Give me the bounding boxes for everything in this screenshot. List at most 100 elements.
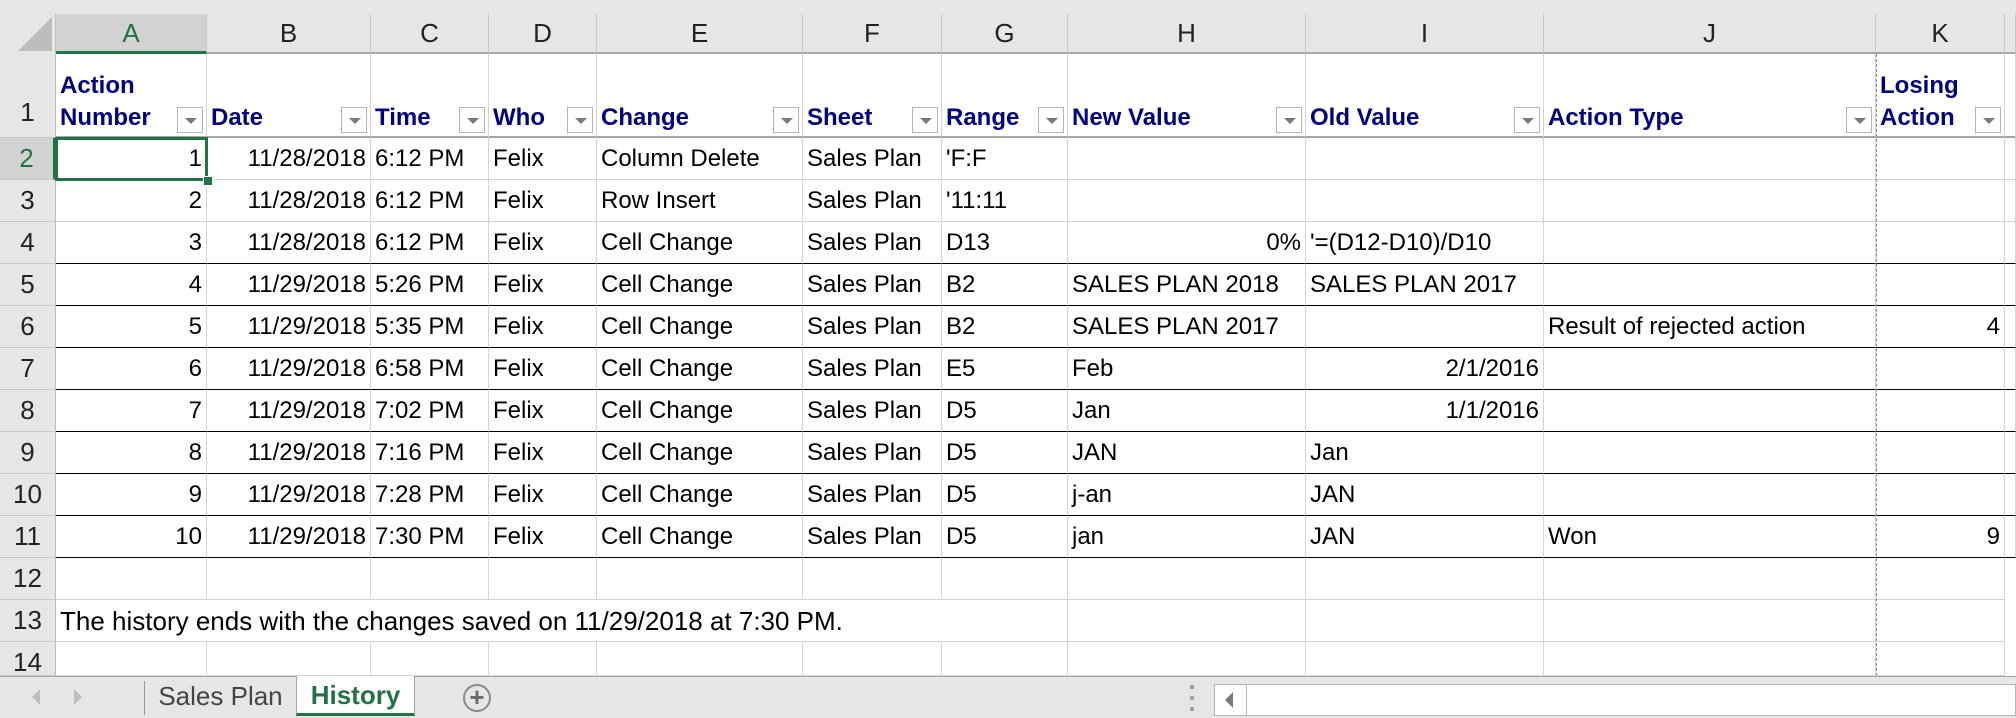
empty-cell[interactable] <box>207 642 371 676</box>
table-cell[interactable]: 6 <box>56 348 207 390</box>
table-cell[interactable] <box>1544 348 1876 390</box>
table-cell[interactable]: B2 <box>942 264 1068 306</box>
table-cell[interactable] <box>1068 138 1306 180</box>
table-cell[interactable]: 9 <box>56 474 207 516</box>
table-cell[interactable]: 11/29/2018 <box>207 390 371 432</box>
column-header-b[interactable]: B <box>207 14 371 54</box>
table-cell[interactable]: 11/28/2018 <box>207 180 371 222</box>
filter-dropdown-icon[interactable] <box>1975 107 2001 133</box>
empty-cell[interactable] <box>1544 600 1876 642</box>
empty-cell[interactable] <box>489 642 597 676</box>
table-cell[interactable]: '11:11 <box>942 180 1068 222</box>
table-cell[interactable]: Felix <box>489 390 597 432</box>
table-cell[interactable]: Cell Change <box>597 348 803 390</box>
table-cell[interactable]: 5:26 PM <box>371 264 489 306</box>
table-cell[interactable]: Sales Plan <box>803 180 942 222</box>
empty-cell[interactable] <box>2005 54 2016 138</box>
table-cell[interactable]: 1 <box>56 138 207 180</box>
table-cell[interactable] <box>1068 180 1306 222</box>
table-cell[interactable]: Jan <box>1068 390 1306 432</box>
table-cell[interactable]: Cell Change <box>597 264 803 306</box>
empty-cell[interactable] <box>1544 642 1876 676</box>
table-cell[interactable] <box>1544 138 1876 180</box>
tab-split-handle[interactable] <box>1190 685 1194 711</box>
table-cell[interactable]: 3 <box>56 222 207 264</box>
table-cell[interactable]: 7:28 PM <box>371 474 489 516</box>
table-cell[interactable]: Sales Plan <box>803 474 942 516</box>
column-header-l[interactable] <box>2005 14 2016 54</box>
table-cell[interactable] <box>1544 432 1876 474</box>
empty-cell[interactable] <box>1876 642 2005 676</box>
table-cell[interactable]: 4 <box>56 264 207 306</box>
empty-cell[interactable] <box>2005 516 2016 558</box>
filter-dropdown-icon[interactable] <box>177 107 203 133</box>
table-cell[interactable]: Felix <box>489 516 597 558</box>
table-cell[interactable]: 0% <box>1068 222 1306 264</box>
table-cell[interactable]: 11/29/2018 <box>207 516 371 558</box>
table-cell[interactable]: Sales Plan <box>803 390 942 432</box>
table-cell[interactable]: 1/1/2016 <box>1306 390 1544 432</box>
row-header-5[interactable]: 5 <box>0 264 56 306</box>
column-header-h[interactable]: H <box>1068 14 1306 54</box>
table-cell[interactable]: 6:12 PM <box>371 222 489 264</box>
table-cell[interactable]: Cell Change <box>597 390 803 432</box>
table-cell[interactable]: 6:12 PM <box>371 138 489 180</box>
filter-dropdown-icon[interactable] <box>1514 107 1540 133</box>
column-header-a[interactable]: A <box>56 14 207 54</box>
table-cell[interactable] <box>1544 222 1876 264</box>
row-header-4[interactable]: 4 <box>0 222 56 264</box>
empty-cell[interactable] <box>371 558 489 600</box>
filter-dropdown-icon[interactable] <box>1846 107 1872 133</box>
table-cell[interactable]: Row Insert <box>597 180 803 222</box>
plus-circle-icon[interactable]: + <box>463 684 491 712</box>
table-cell[interactable] <box>1544 180 1876 222</box>
table-cell[interactable] <box>1544 264 1876 306</box>
empty-cell[interactable] <box>1544 558 1876 600</box>
table-cell[interactable]: Cell Change <box>597 516 803 558</box>
table-cell[interactable] <box>1306 180 1544 222</box>
empty-cell[interactable] <box>2005 432 2016 474</box>
table-cell[interactable]: D5 <box>942 390 1068 432</box>
table-cell[interactable]: 7:30 PM <box>371 516 489 558</box>
filter-dropdown-icon[interactable] <box>1276 107 1302 133</box>
table-cell[interactable]: Felix <box>489 432 597 474</box>
table-cell[interactable]: Cell Change <box>597 222 803 264</box>
horizontal-scrollbar[interactable] <box>1214 684 2016 716</box>
filter-dropdown-icon[interactable] <box>912 107 938 133</box>
empty-cell[interactable] <box>1068 642 1306 676</box>
empty-cell[interactable] <box>489 558 597 600</box>
column-header-c[interactable]: C <box>371 14 489 54</box>
table-cell[interactable]: Jan <box>1306 432 1544 474</box>
table-cell[interactable]: 6:58 PM <box>371 348 489 390</box>
empty-cell[interactable] <box>2005 180 2016 222</box>
table-cell[interactable]: Result of rejected action <box>1544 306 1876 348</box>
column-header-i[interactable]: I <box>1306 14 1544 54</box>
table-cell[interactable]: Felix <box>489 474 597 516</box>
table-cell[interactable]: Felix <box>489 222 597 264</box>
table-cell[interactable]: 11/29/2018 <box>207 348 371 390</box>
empty-cell[interactable] <box>1306 600 1544 642</box>
table-cell[interactable]: 5 <box>56 306 207 348</box>
empty-cell[interactable] <box>1306 558 1544 600</box>
column-header-j[interactable]: J <box>1544 14 1876 54</box>
empty-cell[interactable] <box>803 642 942 676</box>
table-cell[interactable]: 10 <box>56 516 207 558</box>
table-cell[interactable]: JAN <box>1306 474 1544 516</box>
empty-cell[interactable] <box>207 558 371 600</box>
table-cell[interactable] <box>1876 474 2005 516</box>
table-cell[interactable]: Column Delete <box>597 138 803 180</box>
fill-handle[interactable] <box>203 176 213 186</box>
empty-cell[interactable] <box>1876 558 2005 600</box>
row-header-13[interactable]: 13 <box>0 600 56 642</box>
empty-cell[interactable] <box>2005 348 2016 390</box>
table-cell[interactable]: SALES PLAN 2017 <box>1068 306 1306 348</box>
table-cell[interactable] <box>1876 390 2005 432</box>
table-cell[interactable]: D5 <box>942 516 1068 558</box>
table-cell[interactable]: Sales Plan <box>803 432 942 474</box>
table-cell[interactable]: 7 <box>56 390 207 432</box>
tab-sales-plan[interactable]: Sales Plan <box>145 677 296 717</box>
table-cell[interactable]: 2 <box>56 180 207 222</box>
table-cell[interactable]: 7:02 PM <box>371 390 489 432</box>
table-cell[interactable]: Sales Plan <box>803 264 942 306</box>
empty-cell[interactable] <box>2005 264 2016 306</box>
